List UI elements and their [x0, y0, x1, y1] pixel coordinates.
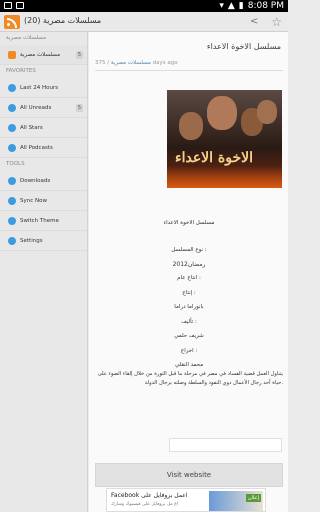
article-title: مسلسل الاخوة الاعداء	[206, 42, 281, 51]
sidebar-item-all-unreads[interactable]: All Unreads 5	[0, 98, 87, 118]
visit-website-button[interactable]: Visit website	[95, 463, 283, 487]
sidebar-item-label: Switch Theme	[20, 218, 59, 224]
ad-headline: Facebook اعمل بروفايل على	[111, 492, 188, 499]
body-line: انتاج عام :	[177, 275, 201, 281]
sidebar-item-all-podcasts[interactable]: All Podcasts	[0, 138, 87, 158]
sidebar-item-last-24-hours[interactable]: Last 24 Hours	[0, 78, 87, 98]
body-line: تأليف :	[181, 319, 197, 325]
sync-icon	[8, 197, 16, 205]
body-line: اخراج :	[180, 348, 198, 354]
sidebar-item-label: Downloads	[20, 178, 51, 184]
ad-subtext: اع مل بروفايل على فيسبوك وشارك	[111, 502, 179, 507]
divider	[95, 70, 283, 71]
sidebar-item-label: All Unreads	[20, 105, 52, 111]
section-header-tools: TOOLS	[6, 161, 25, 167]
sidebar-item-label: مسلسلات مصرية	[20, 52, 61, 58]
sidebar: مسلسلات مصرية مسلسلات مصرية 5 FAVORITES …	[0, 32, 88, 512]
star-icon[interactable]: ☆	[271, 15, 282, 29]
app-bar: مسلسلات مصرية (20) < ☆	[0, 12, 288, 32]
body-line: محمد النقلي	[174, 362, 204, 368]
podcast-icon	[8, 144, 16, 152]
body-line: مسلسل الاخوة الاعداء	[163, 220, 215, 226]
section-header-favorites: FAVORITES	[6, 68, 36, 74]
rss-icon	[8, 51, 16, 59]
ad-button[interactable]: إعلان	[245, 494, 261, 502]
body-line: رمضان2012	[172, 261, 206, 268]
article-paragraph: يتناول العمل قضية الفساد في مصر في مرحلة…	[97, 371, 283, 386]
article-meta: 375 / مسلسلات مصرية days ago	[95, 60, 178, 66]
sidebar-item-feed[interactable]: مسلسلات مصرية 5	[0, 45, 87, 65]
section-header-feed: مسلسلات مصرية	[6, 35, 47, 41]
settings-icon	[8, 237, 16, 245]
status-bar: ▾ ▲ ▮ 8:08 PM	[0, 0, 288, 12]
star-icon	[8, 124, 16, 132]
meta-count: 375	[95, 60, 106, 66]
article-poster-image: الاخوة الاعداء	[167, 90, 282, 188]
sidebar-item-sync-now[interactable]: Sync Now	[0, 191, 87, 211]
share-icon[interactable]: <	[250, 16, 262, 28]
sidebar-item-label: Last 24 Hours	[20, 85, 59, 91]
status-time: 8:08 PM	[247, 1, 284, 11]
unread-count: 5	[75, 104, 83, 112]
wifi-icon: ▾	[219, 1, 224, 11]
ad-banner[interactable]: Facebook اعمل بروفايل على اع مل بروفايل …	[106, 488, 266, 512]
body-line: نوع المسلسل :	[171, 247, 207, 253]
unread-icon	[8, 104, 16, 112]
unread-count: 5	[75, 51, 83, 59]
poster-title: الاخوة الاعداء	[175, 150, 254, 166]
signal-icon: ▲	[227, 1, 235, 11]
sidebar-item-switch-theme[interactable]: Switch Theme	[0, 211, 87, 231]
body-line: شريف حلمي	[174, 333, 204, 339]
sidebar-item-label: Settings	[20, 238, 43, 244]
rss-icon[interactable]	[4, 15, 20, 29]
comment-input[interactable]	[169, 438, 282, 452]
battery-icon: ▮	[238, 1, 244, 11]
body-line: بانوراما دراما	[174, 304, 204, 310]
clock-icon	[8, 84, 16, 92]
sidebar-item-label: Sync Now	[20, 198, 47, 204]
notification-icon	[4, 2, 12, 9]
meta-feed-link[interactable]: مسلسلات مصرية	[111, 60, 151, 66]
theme-icon	[8, 217, 16, 225]
sidebar-item-downloads[interactable]: Downloads	[0, 171, 87, 191]
sidebar-item-label: All Stars	[20, 125, 43, 131]
notification-icon	[16, 2, 24, 9]
article-view: مسلسل الاخوة الاعداء 375 / مسلسلات مصرية…	[89, 32, 288, 512]
meta-time: days ago	[152, 60, 178, 66]
app-title: مسلسلات مصرية (20)	[24, 16, 102, 25]
sidebar-item-label: All Podcasts	[20, 145, 53, 151]
download-icon	[8, 177, 16, 185]
sidebar-item-all-stars[interactable]: All Stars	[0, 118, 87, 138]
sidebar-item-settings[interactable]: Settings	[0, 231, 87, 251]
body-line: إنتاج :	[182, 290, 196, 296]
